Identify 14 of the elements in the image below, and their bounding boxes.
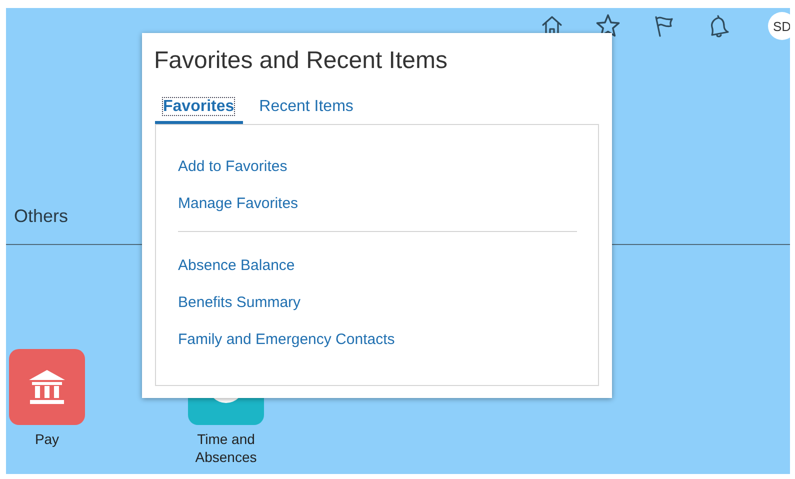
tab[interactable]: Recent Items — [251, 96, 362, 124]
menu-link[interactable]: Absence Balance — [178, 256, 295, 276]
bank-icon — [27, 369, 67, 405]
app-label: Time and Absences — [194, 430, 258, 466]
menu-link[interactable]: Benefits Summary — [178, 293, 301, 313]
star-icon[interactable] — [595, 13, 621, 39]
tab[interactable]: Favorites — [155, 96, 244, 124]
menu-link[interactable]: Family and Emergency Contacts — [178, 330, 395, 350]
menu-link[interactable]: Manage Favorites — [178, 194, 298, 214]
menu-link[interactable]: Add to Favorites — [178, 157, 288, 177]
section-title: Others — [13, 206, 68, 226]
app-tile[interactable] — [9, 349, 85, 425]
popup-title: Favorites and Recent Items — [154, 47, 448, 75]
app-label: Pay — [34, 430, 60, 448]
